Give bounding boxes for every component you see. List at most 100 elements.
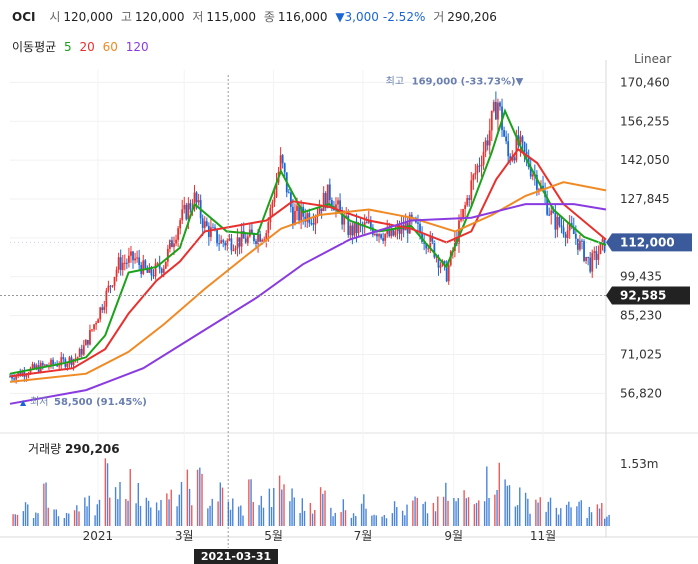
volume-bar	[65, 512, 68, 526]
volume-bar	[145, 497, 148, 526]
candle-body	[97, 319, 100, 323]
volume-bar	[606, 516, 608, 526]
candle-body	[523, 142, 526, 152]
volume-bar	[98, 499, 101, 526]
candle-body	[476, 165, 479, 173]
candle-body	[210, 227, 212, 237]
volume-bar	[12, 514, 14, 526]
candle-body	[589, 257, 592, 272]
volume-bar	[147, 500, 150, 526]
volume-bar	[191, 505, 193, 526]
volume-bar	[342, 499, 345, 526]
volume-bar	[240, 505, 242, 526]
candle-body	[439, 265, 442, 268]
price-tick-label: 127,845	[620, 192, 670, 206]
volume-bar	[160, 499, 162, 526]
low-marker-arrow: ▲	[20, 398, 27, 407]
candle-body	[134, 258, 136, 261]
volume-bar	[289, 501, 291, 526]
candle-body	[80, 348, 83, 355]
candle-body	[173, 243, 175, 248]
candle-body	[499, 102, 501, 107]
volume-bar	[334, 512, 336, 526]
volume-bar	[252, 502, 254, 526]
candle-body	[558, 216, 561, 226]
candle-body	[322, 192, 325, 212]
candle-body	[556, 216, 559, 230]
volume-bar	[457, 498, 459, 526]
volume-bar	[426, 513, 429, 526]
volume-bar	[475, 502, 478, 526]
candle-body	[154, 263, 157, 277]
candle-body	[531, 174, 534, 177]
price-tick-label: 85,230	[620, 309, 662, 323]
moving-average-legend[interactable]: 이동평균 5 20 60 120	[12, 38, 153, 55]
ma-5[interactable]: 5	[64, 40, 72, 54]
candle-body	[142, 260, 145, 274]
time-tick-label: 5월	[264, 529, 283, 543]
candle-body	[513, 157, 516, 161]
volume-bar	[78, 511, 80, 526]
volume-bar	[299, 512, 301, 526]
candle-body	[328, 184, 331, 201]
candle-body	[312, 223, 315, 225]
volume-bar	[365, 508, 367, 526]
volume-bar	[371, 515, 373, 526]
candle-body	[236, 237, 239, 249]
ohlc-header: OCI 시 120,000 고 120,000 저 115,000 종 116,000 …	[12, 8, 501, 25]
volume-bar	[293, 497, 295, 526]
candle-body	[583, 241, 585, 261]
candle-body	[82, 345, 85, 355]
candle-body	[156, 263, 159, 265]
volume-bar	[229, 509, 232, 526]
candle-body	[599, 243, 602, 255]
volume-bar	[434, 511, 437, 526]
volume-bar	[604, 518, 606, 526]
candle-body	[554, 213, 557, 230]
scale-toggle[interactable]: Linear	[634, 52, 671, 66]
candle-body	[132, 251, 134, 261]
candle-body	[287, 192, 290, 194]
candle-body	[320, 208, 323, 212]
candle-body	[189, 203, 192, 210]
volume-bar	[412, 500, 414, 526]
volume-bar	[27, 504, 29, 526]
candle-body	[314, 216, 317, 225]
volume-bar	[137, 483, 140, 526]
volume-bar	[560, 508, 562, 526]
ma-20[interactable]: 20	[79, 40, 94, 54]
candle-body	[78, 348, 81, 358]
volume-bar	[199, 467, 201, 526]
volume-bar	[207, 508, 209, 526]
volume-bar	[22, 511, 25, 526]
volume-bar	[570, 507, 572, 526]
candle-body	[591, 252, 594, 272]
volume-bar	[14, 514, 16, 526]
volume-bar	[114, 487, 117, 526]
volume-bar	[363, 494, 365, 526]
volume-bar	[424, 501, 427, 526]
volume-bar	[168, 499, 170, 526]
candle-body	[447, 265, 450, 282]
candle-body	[76, 357, 79, 359]
volume-bar	[43, 483, 45, 526]
volume-bar	[352, 513, 355, 526]
volume-bar	[393, 501, 396, 526]
ma-60[interactable]: 60	[103, 40, 118, 54]
volume-bar	[539, 497, 541, 526]
candle-body	[574, 233, 577, 239]
candle-body	[261, 239, 264, 242]
candle-body	[466, 198, 469, 206]
ma-120[interactable]: 120	[126, 40, 149, 54]
crosshair-date-tag: 2021-03-31	[194, 549, 278, 564]
candle-body	[230, 238, 233, 251]
volume-bar	[324, 490, 326, 526]
candle-body	[337, 200, 339, 205]
stock-chart[interactable]: 170,460 156,255 142,050 127,845 99,435 85,230…	[0, 0, 698, 564]
candle-body	[486, 140, 489, 146]
candle-body	[562, 227, 565, 235]
candle-body	[164, 261, 167, 269]
candle-body	[269, 208, 272, 223]
candle-body	[125, 262, 128, 264]
volume-bar	[73, 510, 76, 526]
